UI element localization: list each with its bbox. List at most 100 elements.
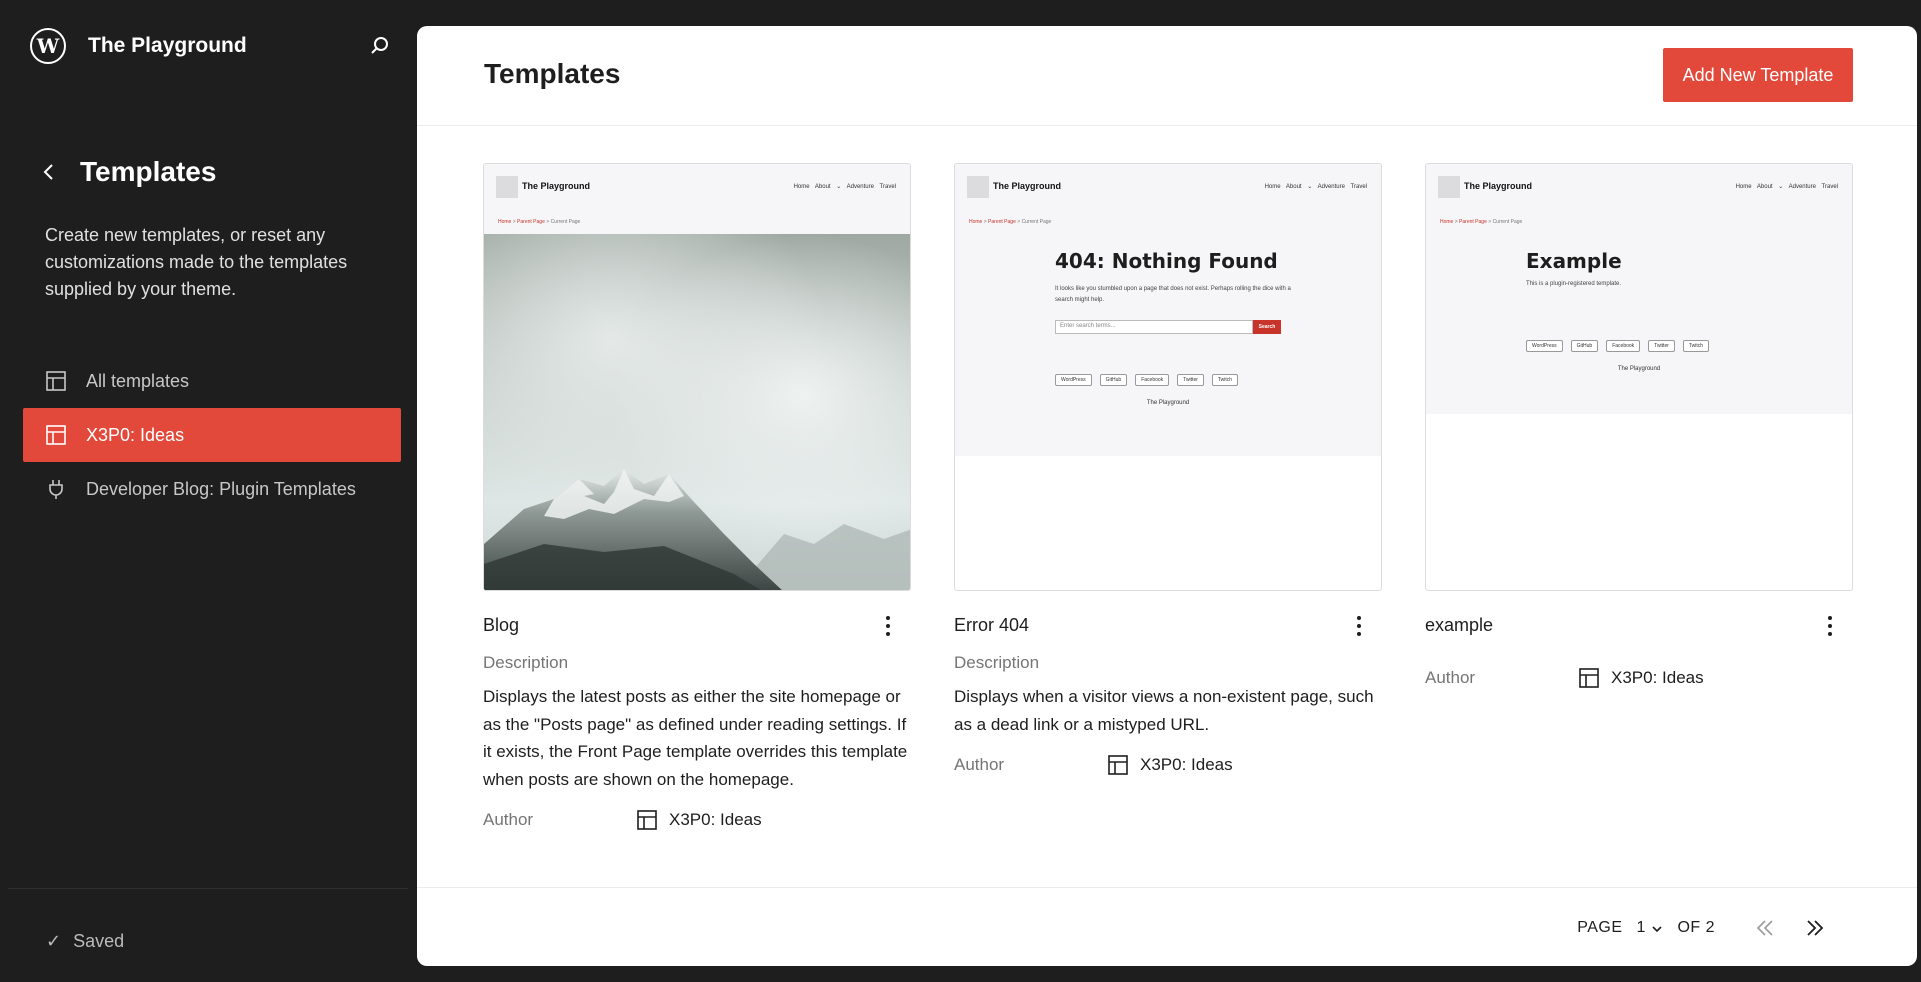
card-title-row: Error 404 [954,615,1382,641]
card-title[interactable]: Error 404 [954,615,1029,635]
page-title: Templates [484,58,621,89]
preview-nav: Home About ⌄ Adventure Travel [793,184,896,190]
preview-breadcrumb: Home > Parent Page > Current Page [498,219,581,225]
site-editor: W The Playground Templates Create new te… [0,0,1921,982]
page-count-label: OF 2 [1677,919,1715,936]
preview-body: Example This is a plugin-registered temp… [1426,234,1852,414]
sidebar-item-x3p0-ideas[interactable]: X3P0: Ideas [23,408,401,462]
pagination: PAGE 1 OF 2 [1577,916,1827,940]
saved-status: ✓ Saved [46,931,124,952]
preview-social-twitter: Twitter [1648,340,1675,352]
template-card-error-404: The Playground Home About ⌄ Adventure Tr… [954,163,1382,778]
page-select[interactable]: 1 [1637,919,1646,937]
next-page-icon[interactable] [1803,916,1827,940]
layout-icon [43,422,69,448]
preview-search-button: Search [1253,320,1281,334]
template-card-example: The Playground Home About ⌄ Adventure Tr… [1425,163,1853,691]
plugin-icon [43,476,69,502]
layout-icon [1106,753,1130,777]
main-header: Templates Add New Template [417,26,1917,126]
main-content: Templates Add New Template The Playgroun… [417,26,1917,966]
chevron-down-icon[interactable] [1651,922,1663,934]
author-name: X3P0: Ideas [1611,668,1704,687]
preview-body: 404: Nothing Found It looks like you stu… [955,234,1381,456]
preview-footer: The Playground [1146,400,1190,406]
author-row: Author X3P0: Ideas [954,752,1382,778]
preview-logo [496,176,518,198]
preview-social-links: WordPress GitHub Facebook Twitter Twitch [1055,374,1239,386]
back-chevron-icon[interactable] [38,161,60,183]
card-title-row: example [1425,615,1853,641]
description-label: Description [954,653,1040,672]
preview-social-twitter: Twitter [1177,374,1204,386]
layout-icon [43,368,69,394]
preview-mountain-image [484,234,910,590]
more-options-icon[interactable] [1825,613,1835,639]
page-label: PAGE [1577,919,1623,936]
sidebar: W The Playground Templates Create new te… [8,6,408,978]
preview-social-github: GitHub [1570,340,1599,352]
author-label: Author [483,810,534,829]
sidebar-navigation-title: Templates [38,156,216,188]
card-title-row: Blog [483,615,911,641]
sidebar-menu: All templates X3P0: Ideas Developer Blog… [23,354,401,516]
preview-nav: Home About ⌄ Adventure Travel [1264,184,1367,190]
preview-logo [967,176,989,198]
author-row: Author X3P0: Ideas [483,807,911,833]
card-title[interactable]: Blog [483,615,519,635]
preview-site-title: The Playground [1464,181,1533,191]
sidebar-header: W The Playground [30,28,400,64]
preview-search-field: Enter search terms... [1055,320,1253,334]
card-title[interactable]: example [1425,615,1493,635]
preview-social-twitch: Twitch [1682,340,1710,352]
author-name: X3P0: Ideas [1140,755,1233,774]
preview-social-facebook: Facebook [1135,374,1170,386]
sidebar-item-developer-blog[interactable]: Developer Blog: Plugin Templates [23,462,401,516]
more-options-icon[interactable] [1354,613,1364,639]
preview-crumb-current: Current Page [550,219,581,225]
preview-text: It looks like you stumbled upon a page t… [1055,286,1291,303]
preview-social-github: GitHub [1099,374,1128,386]
preview-social-wordpress: WordPress [1055,374,1092,386]
preview-crumb-home: Home [498,219,512,225]
check-icon: ✓ [46,931,62,951]
description-text: Displays when a visitor views a non-exis… [954,687,1374,734]
preview-site-title: The Playground [993,181,1062,191]
more-options-icon[interactable] [883,613,893,639]
preview-social-twitch: Twitch [1211,374,1239,386]
footer-divider [417,887,1917,888]
author-value: X3P0: Ideas [635,808,762,832]
wordpress-logo-icon[interactable]: W [30,28,66,64]
search-icon[interactable] [368,34,392,58]
preview-header: The Playground Home About ⌄ Adventure Tr… [955,164,1381,234]
sidebar-item-label: All templates [86,370,190,391]
sidebar-item-all-templates[interactable]: All templates [23,354,401,408]
preview-crumb-current: Current Page [1021,219,1052,225]
sidebar-description: Create new templates, or reset any custo… [45,225,348,299]
preview-social-wordpress: WordPress [1526,340,1563,352]
template-card-blog: The Playground Home About ⌄ Adventure Tr… [483,163,911,833]
preview-heading: Example [1526,249,1622,273]
template-preview-error-404[interactable]: The Playground Home About ⌄ Adventure Tr… [954,163,1382,591]
author-label: Author [1425,668,1476,687]
preview-header: The Playground Home About ⌄ Adventure Tr… [1426,164,1852,234]
preview-crumb-home: Home [969,219,983,225]
layout-icon [635,808,659,832]
sidebar-item-label: X3P0: Ideas [86,424,185,445]
sidebar-divider [8,888,408,889]
previous-page-icon[interactable] [1753,916,1777,940]
preview-breadcrumb: Home > Parent Page > Current Page [969,219,1052,225]
author-name: X3P0: Ideas [669,810,762,829]
author-row: Author X3P0: Ideas [1425,665,1853,691]
preview-footer: The Playground [1617,366,1661,372]
preview-crumb-current: Current Page [1492,219,1523,225]
template-preview-example[interactable]: The Playground Home About ⌄ Adventure Tr… [1425,163,1853,591]
preview-breadcrumb: Home > Parent Page > Current Page [1440,219,1523,225]
template-preview-blog[interactable]: The Playground Home About ⌄ Adventure Tr… [483,163,911,591]
preview-heading: 404: Nothing Found [1055,249,1278,273]
sidebar-item-label: Developer Blog: Plugin Templates [86,478,356,499]
preview-social-links: WordPress GitHub Facebook Twitter Twitch [1526,340,1710,352]
site-title[interactable]: The Playground [88,34,247,58]
preview-header: The Playground Home About ⌄ Adventure Tr… [484,164,910,234]
add-new-template-button[interactable]: Add New Template [1663,48,1853,102]
